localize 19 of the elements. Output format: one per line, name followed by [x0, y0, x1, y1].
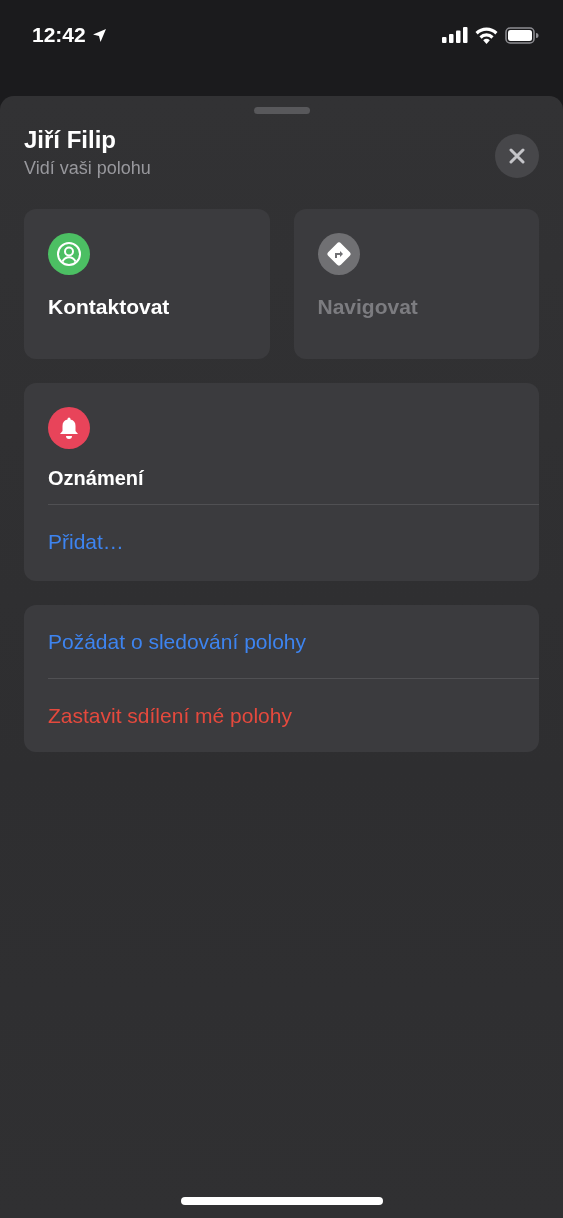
contact-name: Jiří Filip — [24, 126, 117, 154]
sharing-status: Vidí vaši polohu — [24, 158, 151, 179]
battery-icon — [505, 26, 539, 44]
action-label: Kontaktovat — [48, 295, 170, 319]
person-icon — [56, 241, 82, 267]
add-link[interactable]: Přidat… — [24, 505, 539, 581]
close-icon — [509, 148, 525, 164]
wifi-icon — [475, 26, 498, 44]
sheet-grabber[interactable] — [253, 107, 310, 114]
action-row[interactable]: Zastavit sdílení mé polohy — [24, 679, 539, 752]
action-card[interactable]: Kontaktovat — [24, 209, 270, 359]
section-title: Oznámení — [48, 467, 145, 490]
signal-icon — [442, 27, 468, 43]
action-row[interactable]: Požádat o sledování polohy — [24, 605, 539, 678]
close-button[interactable] — [495, 134, 539, 178]
home-indicator[interactable] — [180, 1197, 383, 1205]
clock-time: 12:42 — [32, 23, 86, 47]
action-label: Navigovat — [317, 295, 418, 319]
bell-icon — [58, 416, 80, 440]
